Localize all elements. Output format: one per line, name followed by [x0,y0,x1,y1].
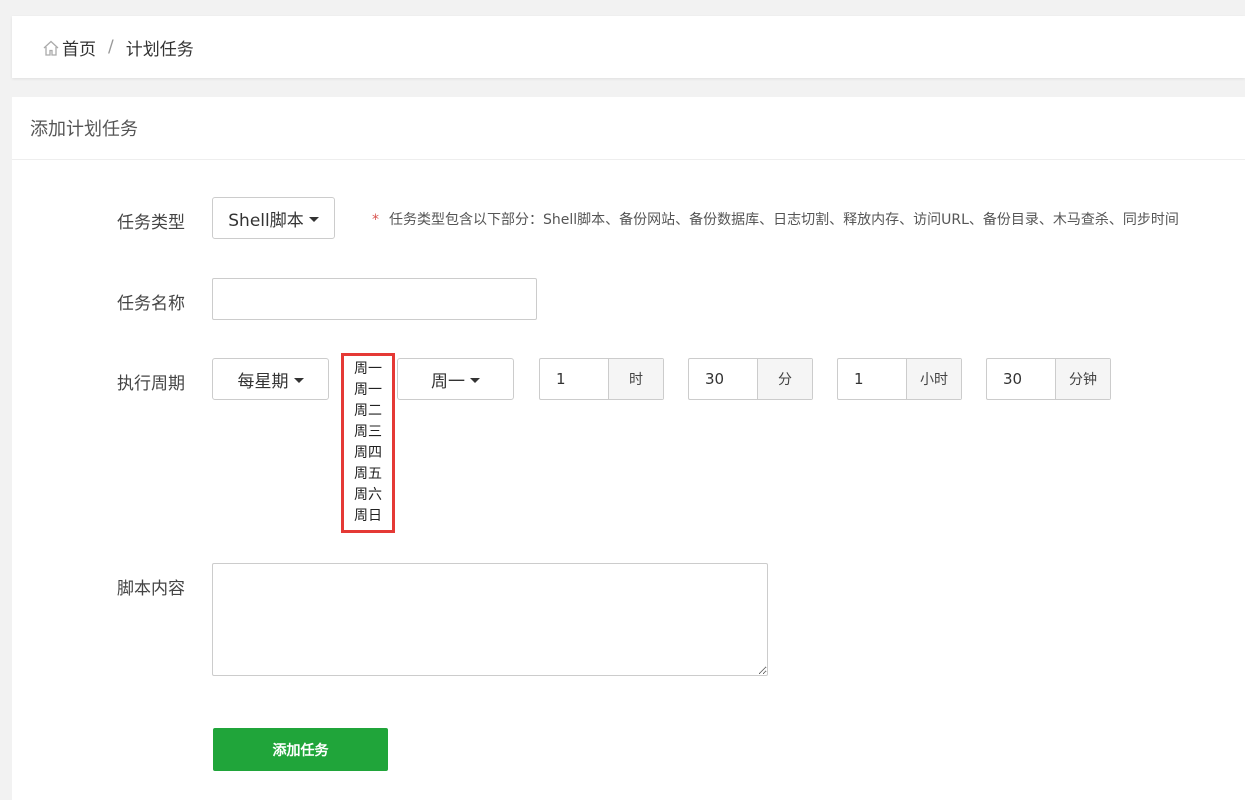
weekday-options-list: 周一 周一 周二 周三 周四 周五 周六 周日 [341,353,395,533]
minute-unit: 分 [757,359,812,399]
weekday-option[interactable]: 周四 [354,443,382,464]
caret-down-icon [470,377,480,383]
minute-input-group: 分 [688,358,813,400]
add-task-button[interactable]: 添加任务 [213,728,388,771]
weekday-option[interactable]: 周一 [354,359,382,380]
interval-hour-unit: 小时 [906,359,961,399]
weekday-dropdown[interactable]: 周一 [397,358,514,400]
weekday-option[interactable]: 周日 [354,506,382,527]
interval-minute-unit: 分钟 [1055,359,1110,399]
task-type-dropdown[interactable]: Shell脚本 [212,197,335,239]
caret-down-icon [308,216,319,222]
breadcrumb-home-link[interactable]: 首页 [62,35,96,60]
panel-title: 添加计划任务 [12,97,1245,160]
task-name-label: 任务名称 [117,294,185,314]
cycle-label: 执行周期 [117,374,185,394]
required-star: * [372,212,379,228]
script-label: 脚本内容 [117,579,185,599]
interval-hour-input[interactable] [838,359,906,399]
breadcrumb-current: 计划任务 [125,39,194,60]
weekday-value: 周一 [431,371,465,392]
task-type-hint: * 任务类型包含以下部分：Shell脚本、备份网站、备份数据库、日志切割、释放内存… [372,209,1179,229]
hour-input[interactable] [540,359,608,399]
weekday-option[interactable]: 周五 [354,464,382,485]
period-value: 每星期 [237,371,289,392]
home-icon[interactable] [42,39,60,57]
weekday-option[interactable]: 周三 [354,422,382,443]
weekday-option[interactable]: 周二 [354,401,382,422]
minute-input[interactable] [689,359,757,399]
interval-hour-input-group: 小时 [837,358,962,400]
breadcrumb-separator: / [108,37,114,57]
add-task-panel: 添加计划任务 任务类型 Shell脚本 * 任务类型包含以下部分：Shell脚本、… [12,97,1245,800]
task-name-input[interactable] [212,278,537,320]
task-type-value: Shell脚本 [228,210,304,231]
weekday-option[interactable]: 周六 [354,485,382,506]
caret-down-icon [293,377,304,383]
script-textarea[interactable] [212,563,768,676]
breadcrumb: 首页 / 计划任务 [12,16,1245,78]
hour-unit: 时 [608,359,663,399]
interval-minute-input[interactable] [987,359,1055,399]
task-type-label: 任务类型 [117,213,185,233]
interval-minute-input-group: 分钟 [986,358,1111,400]
hour-input-group: 时 [539,358,664,400]
period-dropdown[interactable]: 每星期 [212,358,329,400]
weekday-option[interactable]: 周一 [354,380,382,401]
task-type-hint-text: 任务类型包含以下部分：Shell脚本、备份网站、备份数据库、日志切割、释放内存、… [389,212,1179,228]
